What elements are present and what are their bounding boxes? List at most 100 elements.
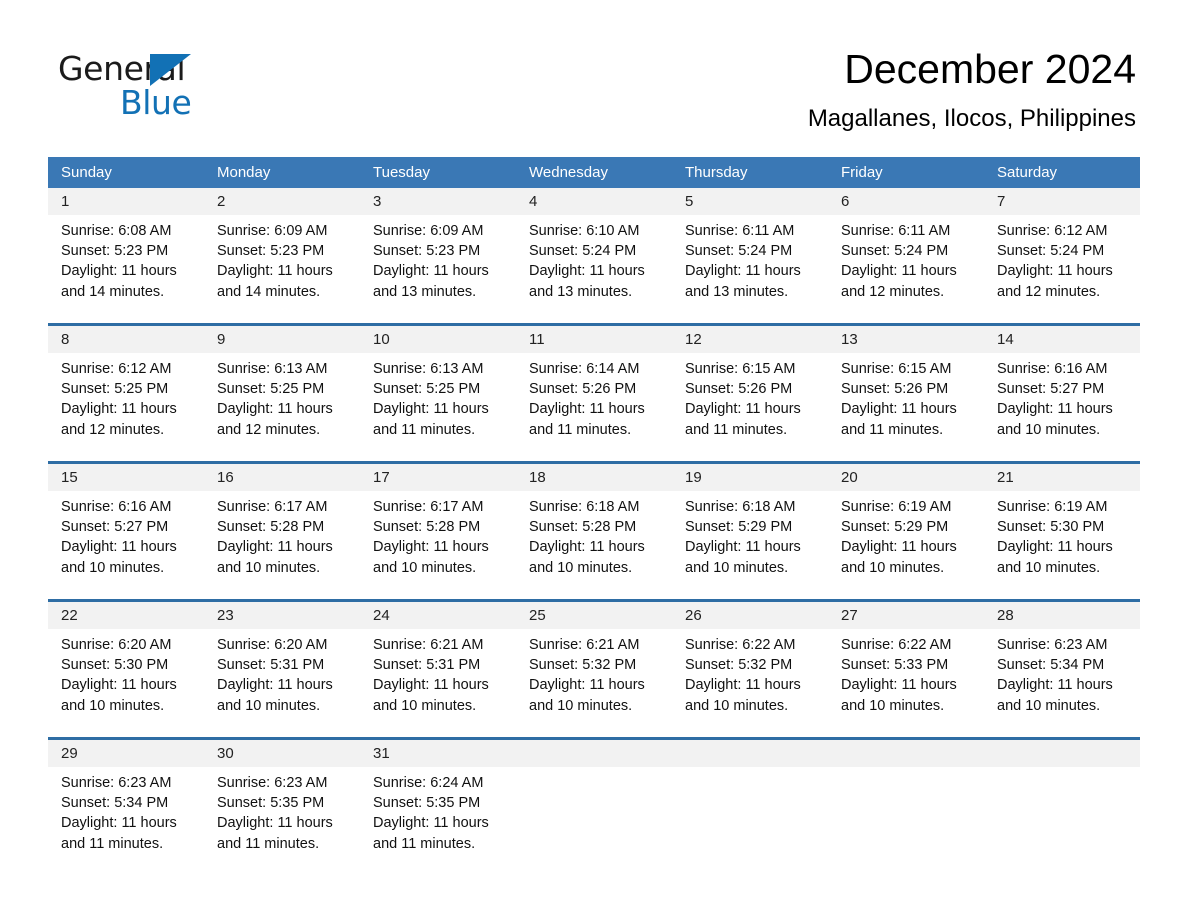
day-number[interactable]: 16 [204, 464, 360, 491]
sunset-text: Sunset: 5:26 PM [685, 381, 793, 398]
daylight-text: Daylight: 11 hours [685, 677, 801, 694]
day-number[interactable]: 8 [48, 326, 204, 353]
daylight-text: Daylight: 11 hours [841, 677, 957, 694]
day-cell[interactable]: Sunrise: 6:16 AM Sunset: 5:27 PM Daylight:… [984, 353, 1140, 457]
sunset-text: Sunset: 5:24 PM [841, 243, 949, 260]
day-cell[interactable]: Sunrise: 6:12 AM Sunset: 5:24 PM Daylight:… [984, 215, 1140, 319]
day-cell[interactable]: Sunrise: 6:09 AM Sunset: 5:23 PM Daylight:… [204, 215, 360, 319]
week-day-number-band: 15 16 17 18 19 20 21 [48, 464, 1140, 491]
day-cell[interactable]: Sunrise: 6:17 AM Sunset: 5:28 PM Daylight:… [204, 491, 360, 595]
day-cell[interactable]: Sunrise: 6:19 AM Sunset: 5:30 PM Daylight:… [984, 491, 1140, 595]
day-number[interactable]: 5 [672, 188, 828, 215]
day-number[interactable]: 28 [984, 602, 1140, 629]
calendar-grid: Sunday Monday Tuesday Wednesday Thursday… [48, 157, 1140, 871]
day-number[interactable]: 17 [360, 464, 516, 491]
day-cell[interactable]: Sunrise: 6:23 AM Sunset: 5:34 PM Daylight:… [48, 767, 204, 871]
week-day-detail-band: Sunrise: 6:12 AM Sunset: 5:25 PM Daylight:… [48, 353, 1140, 457]
day-cell[interactable]: Sunrise: 6:14 AM Sunset: 5:26 PM Daylight:… [516, 353, 672, 457]
sunrise-text: Sunrise: 6:18 AM [529, 499, 640, 515]
day-cell[interactable]: Sunrise: 6:18 AM Sunset: 5:29 PM Daylight:… [672, 491, 828, 595]
dow-header-friday: Friday [841, 164, 883, 181]
day-number[interactable]: 20 [828, 464, 984, 491]
day-number[interactable]: 24 [360, 602, 516, 629]
day-cell[interactable]: Sunrise: 6:21 AM Sunset: 5:31 PM Daylight:… [360, 629, 516, 733]
day-number[interactable]: 3 [360, 188, 516, 215]
dow-header-saturday: Saturday [997, 164, 1058, 181]
day-number[interactable]: 11 [516, 326, 672, 353]
day-number[interactable]: 27 [828, 602, 984, 629]
sunrise-text: Sunrise: 6:24 AM [373, 775, 484, 791]
sunset-text: Sunset: 5:32 PM [529, 657, 637, 674]
day-number[interactable]: 15 [48, 464, 204, 491]
daylight-text: Daylight: 11 hours [61, 815, 177, 832]
day-cell[interactable]: Sunrise: 6:23 AM Sunset: 5:34 PM Daylight:… [984, 629, 1140, 733]
calendar-page: General Blue December 2024 Magallanes, I… [0, 0, 1188, 918]
day-cell[interactable]: Sunrise: 6:11 AM Sunset: 5:24 PM Daylight:… [828, 215, 984, 319]
sunrise-text: Sunrise: 6:22 AM [685, 637, 796, 653]
sunrise-text: Sunrise: 6:17 AM [373, 499, 484, 515]
day-cell[interactable]: Sunrise: 6:11 AM Sunset: 5:24 PM Daylight:… [672, 215, 828, 319]
day-cell-empty [828, 767, 984, 871]
day-cell[interactable]: Sunrise: 6:20 AM Sunset: 5:31 PM Daylight:… [204, 629, 360, 733]
daylight-text-cont: and 10 minutes. [217, 559, 321, 576]
logo-word-blue: Blue [120, 83, 192, 122]
page-subtitle: Magallanes, Ilocos, Philippines [807, 105, 1136, 133]
day-number[interactable]: 22 [48, 602, 204, 629]
day-number[interactable]: 2 [204, 188, 360, 215]
day-cell[interactable]: Sunrise: 6:22 AM Sunset: 5:33 PM Daylight:… [828, 629, 984, 733]
day-cell[interactable]: Sunrise: 6:15 AM Sunset: 5:26 PM Daylight:… [828, 353, 984, 457]
day-number[interactable]: 1 [48, 188, 204, 215]
day-number[interactable]: 9 [204, 326, 360, 353]
day-number[interactable]: 23 [204, 602, 360, 629]
daylight-text-cont: and 10 minutes. [685, 559, 789, 576]
day-cell[interactable]: Sunrise: 6:13 AM Sunset: 5:25 PM Daylight:… [204, 353, 360, 457]
sunrise-text: Sunrise: 6:23 AM [61, 775, 172, 791]
day-cell[interactable]: Sunrise: 6:09 AM Sunset: 5:23 PM Daylight:… [360, 215, 516, 319]
day-cell[interactable]: Sunrise: 6:20 AM Sunset: 5:30 PM Daylight:… [48, 629, 204, 733]
day-cell[interactable]: Sunrise: 6:23 AM Sunset: 5:35 PM Daylight:… [204, 767, 360, 871]
sunrise-text: Sunrise: 6:15 AM [685, 361, 796, 377]
day-cell[interactable]: Sunrise: 6:19 AM Sunset: 5:29 PM Daylight:… [828, 491, 984, 595]
day-cell[interactable]: Sunrise: 6:13 AM Sunset: 5:25 PM Daylight:… [360, 353, 516, 457]
day-cell[interactable]: Sunrise: 6:24 AM Sunset: 5:35 PM Daylight:… [360, 767, 516, 871]
day-number[interactable]: 13 [828, 326, 984, 353]
daylight-text: Daylight: 11 hours [217, 401, 333, 418]
daylight-text-cont: and 10 minutes. [217, 697, 321, 714]
day-cell[interactable]: Sunrise: 6:16 AM Sunset: 5:27 PM Daylight:… [48, 491, 204, 595]
day-cell[interactable]: Sunrise: 6:17 AM Sunset: 5:28 PM Daylight:… [360, 491, 516, 595]
day-number[interactable]: 18 [516, 464, 672, 491]
day-cell[interactable]: Sunrise: 6:12 AM Sunset: 5:25 PM Daylight:… [48, 353, 204, 457]
sunset-text: Sunset: 5:24 PM [529, 243, 637, 260]
daylight-text: Daylight: 11 hours [841, 539, 957, 556]
day-cell[interactable]: Sunrise: 6:22 AM Sunset: 5:32 PM Daylight:… [672, 629, 828, 733]
daylight-text-cont: and 13 minutes. [685, 283, 789, 300]
day-cell-empty [672, 767, 828, 871]
day-number[interactable]: 25 [516, 602, 672, 629]
day-number[interactable]: 19 [672, 464, 828, 491]
generalblue-logo: General Blue [58, 52, 288, 122]
day-number[interactable]: 31 [360, 740, 516, 767]
day-number[interactable]: 30 [204, 740, 360, 767]
day-number[interactable]: 14 [984, 326, 1140, 353]
daylight-text: Daylight: 11 hours [997, 401, 1113, 418]
day-number[interactable]: 7 [984, 188, 1140, 215]
sunrise-text: Sunrise: 6:08 AM [61, 223, 172, 239]
day-number[interactable]: 21 [984, 464, 1140, 491]
day-number[interactable]: 10 [360, 326, 516, 353]
day-number[interactable]: 4 [516, 188, 672, 215]
day-number[interactable]: 29 [48, 740, 204, 767]
day-cell[interactable]: Sunrise: 6:21 AM Sunset: 5:32 PM Daylight:… [516, 629, 672, 733]
day-cell[interactable]: Sunrise: 6:10 AM Sunset: 5:24 PM Daylight:… [516, 215, 672, 319]
dow-header-thursday: Thursday [685, 164, 748, 181]
sunrise-text: Sunrise: 6:15 AM [841, 361, 952, 377]
day-number[interactable]: 6 [828, 188, 984, 215]
sunset-text: Sunset: 5:35 PM [217, 795, 325, 812]
day-cell[interactable]: Sunrise: 6:08 AM Sunset: 5:23 PM Daylight:… [48, 215, 204, 319]
day-number[interactable]: 26 [672, 602, 828, 629]
day-cell[interactable]: Sunrise: 6:18 AM Sunset: 5:28 PM Daylight:… [516, 491, 672, 595]
day-cell[interactable]: Sunrise: 6:15 AM Sunset: 5:26 PM Daylight:… [672, 353, 828, 457]
page-header: General Blue December 2024 Magallanes, I… [0, 0, 1188, 132]
sunrise-text: Sunrise: 6:16 AM [61, 499, 172, 515]
week-day-detail-band: Sunrise: 6:23 AM Sunset: 5:34 PM Daylight:… [48, 767, 1140, 871]
day-number[interactable]: 12 [672, 326, 828, 353]
